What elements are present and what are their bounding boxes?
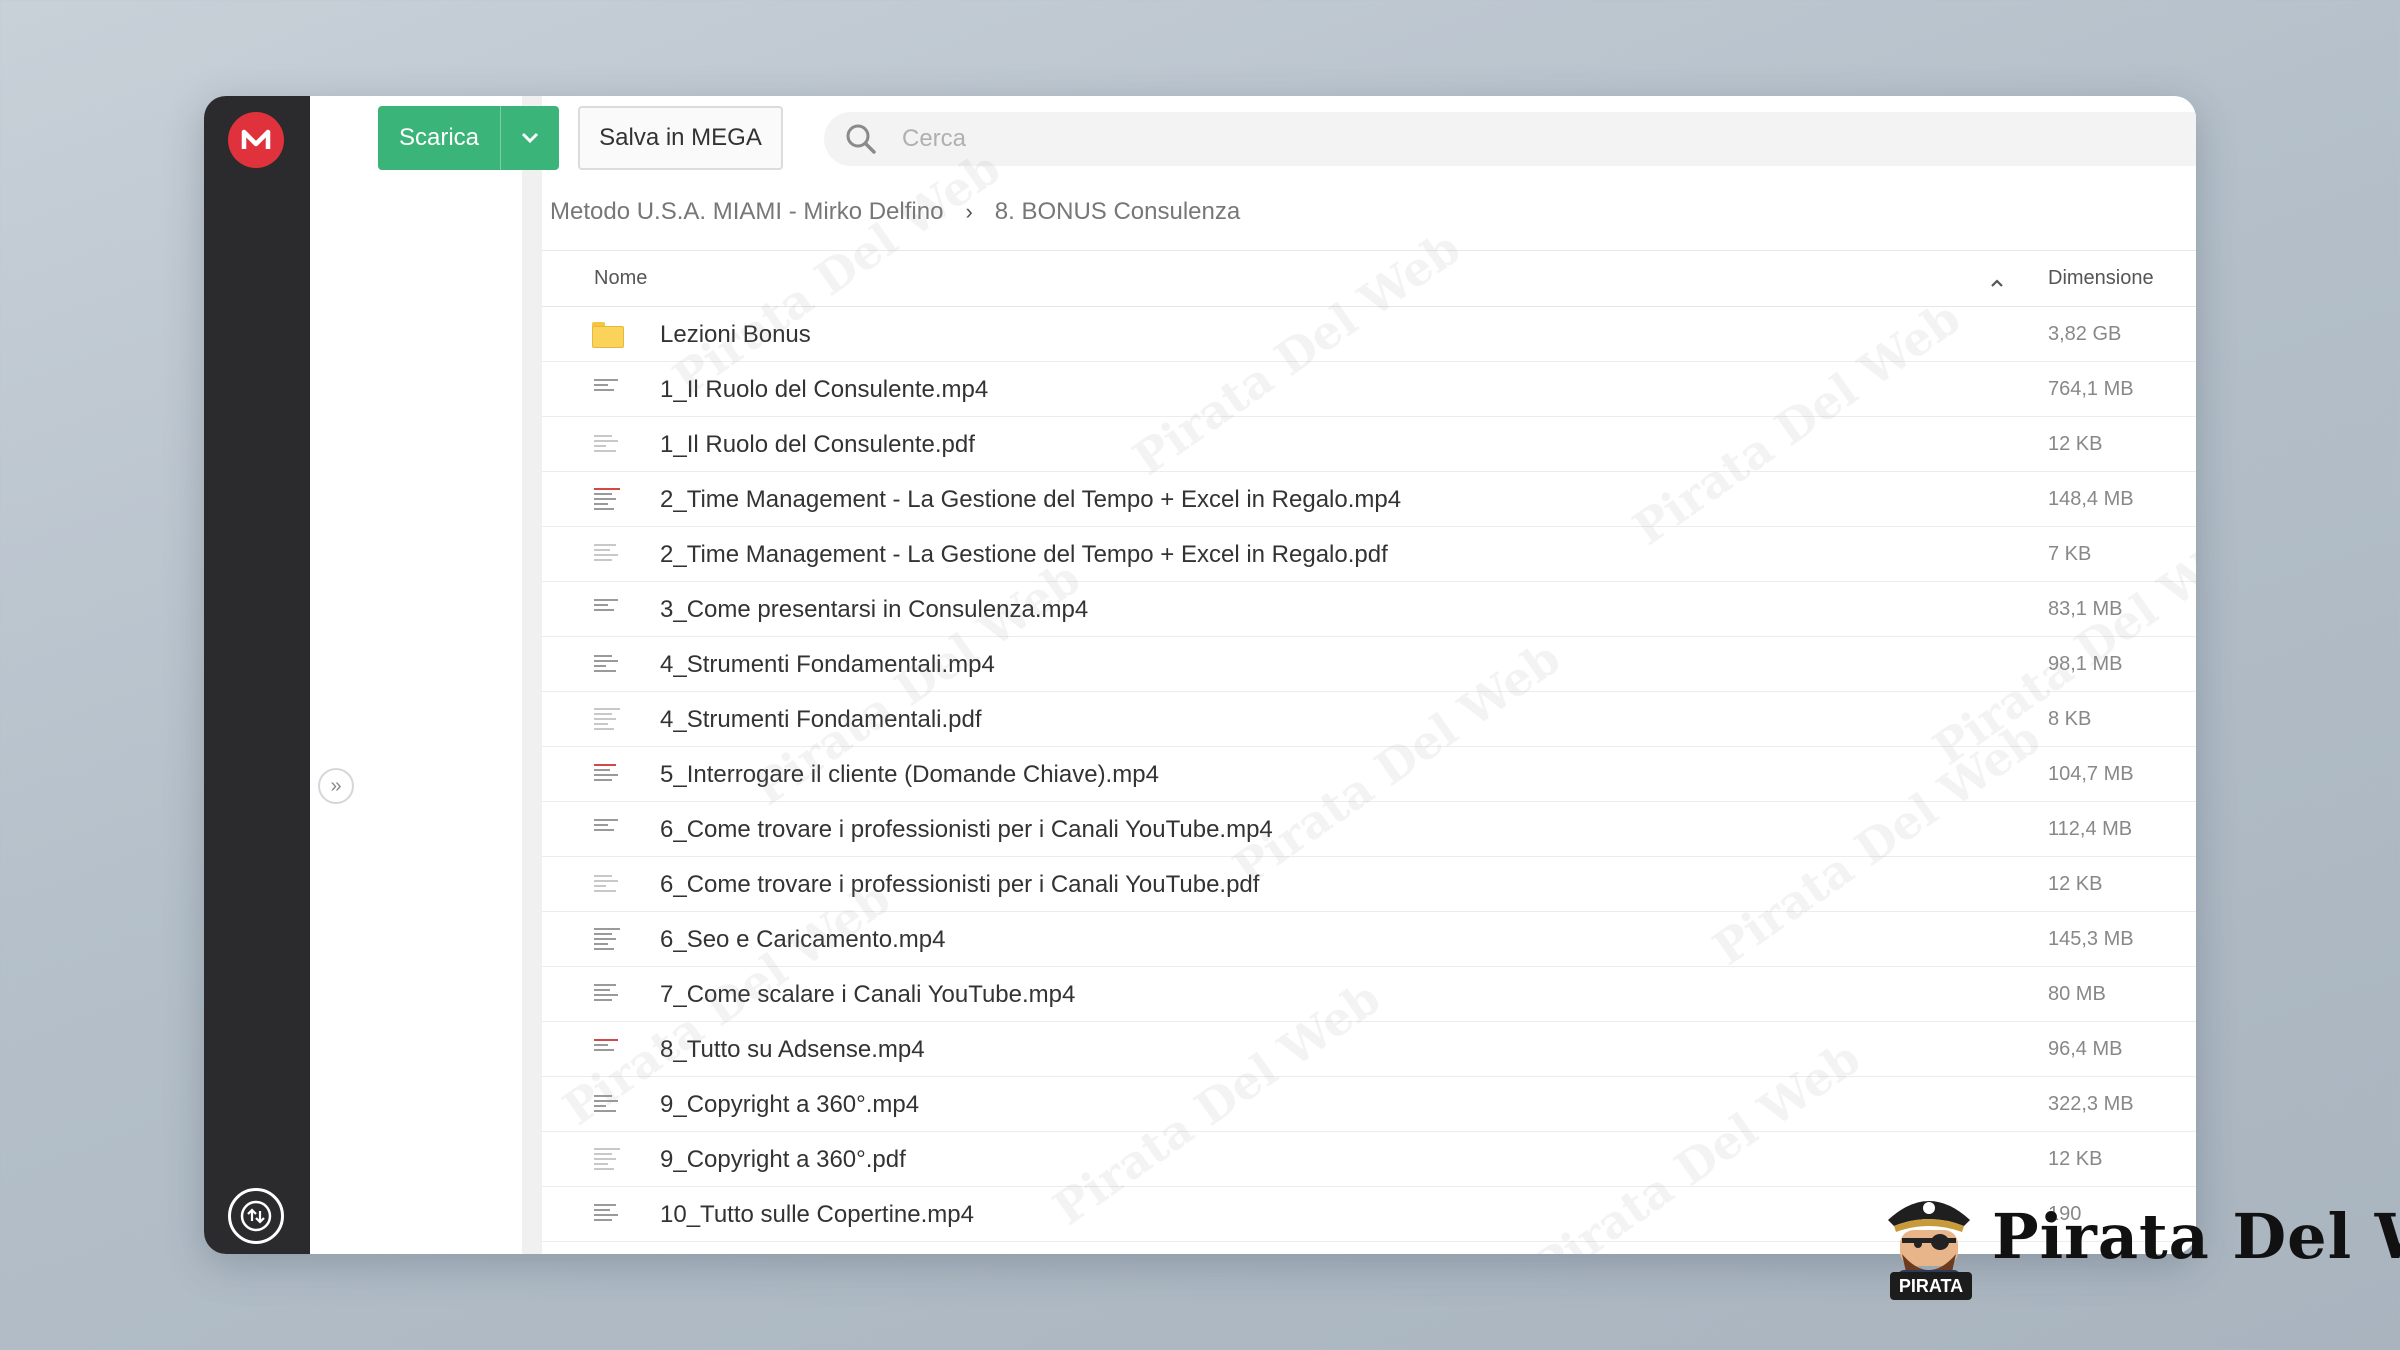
video-thumbnail-icon xyxy=(592,1200,626,1230)
column-header-size[interactable]: Dimensione xyxy=(2048,267,2154,290)
breadcrumb-item-parent[interactable]: Metodo U.S.A. MIAMI - Mirko Delfino xyxy=(550,198,943,226)
pdf-thumbnail-icon xyxy=(592,1145,626,1175)
file-row[interactable]: 6_Seo e Caricamento.mp4145,3 MBVideo MPE… xyxy=(542,912,2196,967)
file-name: 3_Come presentarsi in Consulenza.mp4 xyxy=(660,596,1089,623)
file-size: 12 KB xyxy=(2048,873,2103,895)
file-row[interactable]: 4_Strumenti Fondamentali.mp498,1 MBVideo… xyxy=(542,637,2196,692)
file-name: 1_Il Ruolo del Consulente.mp4 xyxy=(660,376,989,403)
breadcrumb-item-current[interactable]: 8. BONUS Consulenza xyxy=(995,198,1240,226)
video-thumbnail-icon xyxy=(592,375,626,405)
list-header: Nome Dimensione Tipo xyxy=(542,251,2196,307)
download-button[interactable]: Scarica xyxy=(378,106,559,170)
file-name: 9_Copyright a 360°.mp4 xyxy=(660,1091,920,1118)
file-row[interactable]: 3_Come presentarsi in Consulenza.mp4 83,1… xyxy=(542,582,2196,637)
file-name: 1_Il Ruolo del Consulente.pdf xyxy=(660,431,975,458)
file-row[interactable]: 2_Time Management - La Gestione del Temp… xyxy=(542,472,2196,527)
video-thumbnail-icon xyxy=(592,815,626,845)
video-thumbnail-icon xyxy=(592,595,626,625)
file-size: 7 KB xyxy=(2048,543,2092,565)
file-size: 112,4 MB xyxy=(2048,818,2133,840)
file-rows: Lezioni Bonus3,82 GBCartella1_Il Ruolo d… xyxy=(542,307,2196,1242)
file-name: 6_Come trovare i professionisti per i Ca… xyxy=(660,871,1260,898)
file-row[interactable]: 6_Come trovare i professionisti per i Ca… xyxy=(542,857,2196,912)
chevron-down-icon[interactable] xyxy=(501,106,559,170)
expand-panel-icon[interactable]: » xyxy=(318,768,354,804)
file-name: 8_Tutto su Adsense.mp4 xyxy=(660,1036,925,1063)
sidebar xyxy=(204,96,310,1254)
transfers-icon[interactable] xyxy=(228,1188,284,1244)
brand-overlay: PIRATA Pirata Del Web xyxy=(1880,1180,2400,1330)
file-name: 6_Come trovare i professionisti per i Ca… xyxy=(660,816,1273,843)
chevron-right-icon: › xyxy=(965,199,973,224)
file-name: Lezioni Bonus xyxy=(660,321,811,348)
save-to-mega-button[interactable]: Salva in MEGA xyxy=(578,106,783,170)
file-size: 104,7 MB xyxy=(2048,763,2134,785)
breadcrumb: Metodo U.S.A. MIAMI - Mirko Delfino › 8.… xyxy=(550,192,1240,232)
file-size: 12 KB xyxy=(2048,1148,2103,1170)
video-thumbnail-icon xyxy=(592,925,626,955)
pdf-thumbnail-icon xyxy=(592,540,626,570)
file-row[interactable]: 2_Time Management - La Gestione del Temp… xyxy=(542,527,2196,582)
file-size: 12 KB xyxy=(2048,433,2103,455)
file-row[interactable]: 9_Copyright a 360°.mp4322,3 MBVideo MPEG… xyxy=(542,1077,2196,1132)
tree-panel xyxy=(310,96,542,1254)
column-header-name[interactable]: Nome xyxy=(594,267,647,290)
folder-icon xyxy=(592,320,626,350)
file-name: 4_Strumenti Fondamentali.mp4 xyxy=(660,651,995,678)
file-name: 6_Seo e Caricamento.mp4 xyxy=(660,926,946,953)
file-size: 148,4 MB xyxy=(2048,488,2134,510)
file-name: 9_Copyright a 360°.pdf xyxy=(660,1146,906,1173)
file-name: 10_Tutto sulle Copertine.mp4 xyxy=(660,1201,974,1228)
file-size: 322,3 MB xyxy=(2048,1093,2134,1115)
search-icon xyxy=(846,124,876,154)
video-thumbnail-icon xyxy=(592,650,626,680)
file-row[interactable]: Lezioni Bonus3,82 GBCartella xyxy=(542,307,2196,362)
file-name: 4_Strumenti Fondamentali.pdf xyxy=(660,706,982,733)
file-row[interactable]: 5_Interrogare il cliente (Domande Chiave… xyxy=(542,747,2196,802)
file-row[interactable]: 1_Il Ruolo del Consulente.pdf12 KBDocume… xyxy=(542,417,2196,472)
file-row[interactable]: 1_Il Ruolo del Consulente.mp4764,1 MBVid… xyxy=(542,362,2196,417)
file-row[interactable]: 7_Come scalare i Canali YouTube.mp4 80 MB… xyxy=(542,967,2196,1022)
file-name: 5_Interrogare il cliente (Domande Chiave… xyxy=(660,761,1159,788)
video-thumbnail-icon xyxy=(592,760,626,790)
mega-window: » Scarica Salva in MEGA Metodo U.S.A. MI… xyxy=(204,96,2196,1254)
file-size: 80 MB xyxy=(2048,983,2106,1005)
video-thumbnail-icon xyxy=(592,1090,626,1120)
search-bar[interactable] xyxy=(824,112,2196,166)
file-size: 96,4 MB xyxy=(2048,1038,2123,1060)
file-list: Nome Dimensione Tipo Lezioni Bonus 3,82 G… xyxy=(542,250,2196,1254)
file-name: 2_Time Management - La Gestione del Temp… xyxy=(660,541,1388,568)
download-button-label: Scarica xyxy=(378,106,501,170)
file-size: 98,1 MB xyxy=(2048,653,2123,675)
file-size: 8 KB xyxy=(2048,708,2092,730)
file-size: 764,1 MB xyxy=(2048,378,2134,400)
file-row[interactable]: 4_Strumenti Fondamentali.pdf8 KBDocument… xyxy=(542,692,2196,747)
pdf-thumbnail-icon xyxy=(592,430,626,460)
pdf-thumbnail-icon xyxy=(592,870,626,900)
brand-title: Pirata Del Web xyxy=(1992,1200,2400,1273)
file-size: 145,3 MB xyxy=(2048,928,2134,950)
file-row[interactable]: 8_Tutto su Adsense.mp496,4 MBVideo MPEG-… xyxy=(542,1022,2196,1077)
pdf-thumbnail-icon xyxy=(592,705,626,735)
file-size: 3,82 GB xyxy=(2048,323,2122,345)
file-row[interactable]: 9_Copyright a 360°.pdf12 KBDocumento PDF xyxy=(542,1132,2196,1187)
brand-badge: PIRATA xyxy=(1890,1272,1972,1300)
file-size: 83,1 MB xyxy=(2048,598,2123,620)
video-thumbnail-icon xyxy=(592,980,626,1010)
video-thumbnail-icon xyxy=(592,1035,626,1065)
file-row[interactable]: 6_Come trovare i professionisti per i Ca… xyxy=(542,802,2196,857)
search-input[interactable] xyxy=(902,125,2002,153)
video-thumbnail-icon xyxy=(592,485,626,515)
file-name: 2_Time Management - La Gestione del Temp… xyxy=(660,486,1402,513)
file-name: 7_Come scalare i Canali YouTube.mp4 xyxy=(660,981,1076,1008)
sort-ascending-icon[interactable] xyxy=(1990,271,2004,294)
